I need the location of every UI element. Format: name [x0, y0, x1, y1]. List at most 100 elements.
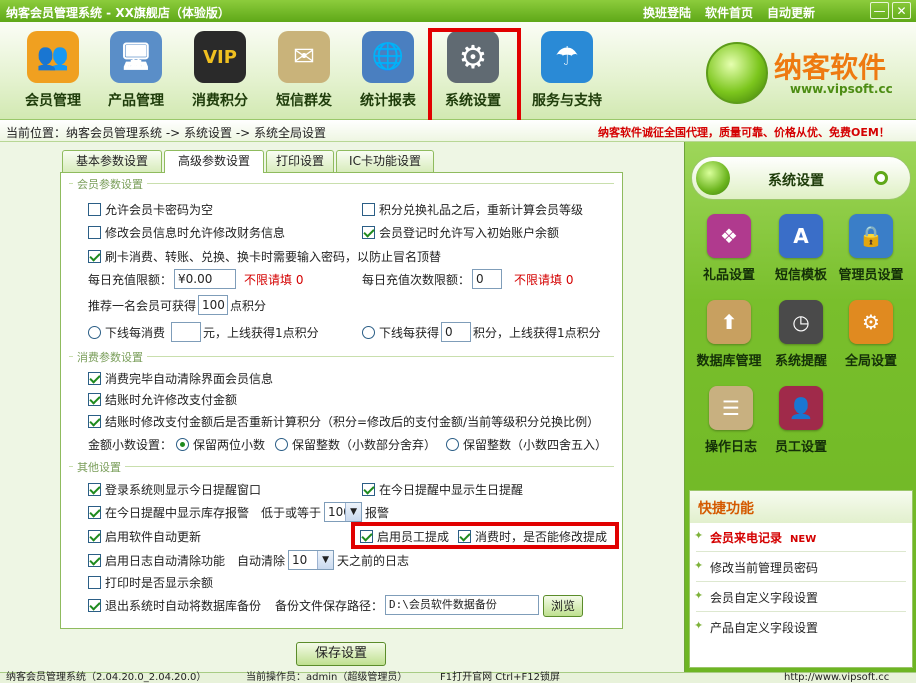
chevron-down-icon[interactable]: ▼: [345, 503, 362, 521]
toggle-ring-icon[interactable]: [874, 171, 888, 185]
sidebar-item-gift[interactable]: ❖ 礼品设置: [689, 214, 769, 294]
radio[interactable]: [88, 325, 101, 339]
sidebar-item-admin[interactable]: 🔒 管理员设置: [831, 214, 911, 294]
tab-basic[interactable]: 基本参数设置: [62, 150, 162, 172]
clear-days-select[interactable]: 10 ▼: [288, 550, 335, 570]
new-badge: NEW: [790, 534, 817, 545]
recommend-input[interactable]: 100: [198, 295, 229, 315]
minimize-button[interactable]: —: [870, 2, 889, 19]
decimal-two-label[interactable]: 保留两位小数: [193, 436, 265, 453]
nav-reports[interactable]: 🌐 统计报表: [348, 28, 428, 112]
opt-allow-edit-pay[interactable]: 结账时允许修改支付金额: [88, 391, 237, 408]
opt-init-balance[interactable]: 会员登记时允许写入初始账户余额: [362, 224, 559, 241]
downline-spend-row[interactable]: 下线每消费 元，上线获得1点积分: [88, 322, 319, 342]
checkbox[interactable]: [88, 530, 101, 543]
checkbox[interactable]: [362, 483, 375, 496]
shift-login-link[interactable]: 换班登陆: [643, 4, 691, 21]
nav-products[interactable]: 🖥 产品管理: [96, 28, 176, 112]
quick-item-change-password[interactable]: 修改当前管理员密码: [694, 559, 818, 576]
checkbox[interactable]: [88, 553, 101, 567]
checkbox[interactable]: [88, 393, 101, 406]
checkbox[interactable]: [88, 372, 101, 385]
backup-path-input[interactable]: D:\会员软件数据备份: [385, 595, 540, 615]
nav-sms[interactable]: ✉ 短信群发: [264, 28, 344, 112]
logo-ball-icon: [706, 42, 768, 104]
opt-recalc-points[interactable]: 结账时修改支付金额后是否重新计算积分（积分=修改后的支付金额/当前等级积分兑换比…: [88, 413, 599, 430]
checkbox[interactable]: [362, 203, 375, 216]
daily-count-input[interactable]: 0: [472, 269, 503, 289]
opt-need-pwd[interactable]: 刷卡消费、转账、兑换、换卡时需要输入密码，以防止冒名顶替: [88, 248, 441, 265]
sidebar-item-log[interactable]: ☰ 操作日志: [691, 386, 771, 466]
stock-select[interactable]: 100 ▼: [324, 502, 363, 522]
downline-earn-row[interactable]: 下线每获得 0 积分，上线获得1点积分: [362, 322, 601, 342]
opt-recalc-level[interactable]: 积分兑换礼品之后，重新计算会员等级: [362, 201, 583, 218]
opt-auto-backup[interactable]: 退出系统时自动将数据库备份 备份文件保存路径： D:\会员软件数据备份: [88, 595, 541, 615]
checkbox[interactable]: [362, 226, 375, 239]
quick-item-member-fields[interactable]: 会员自定义字段设置: [694, 589, 818, 606]
opt-edit-finance[interactable]: 修改会员信息时允许修改财务信息: [88, 224, 285, 241]
radio[interactable]: [446, 438, 460, 451]
quick-item-call-log[interactable]: 会员来电记录 NEW: [694, 529, 817, 546]
sidebar-item-global[interactable]: ⚙ 全局设置: [831, 300, 911, 380]
option-label: 结账时修改支付金额后是否重新计算积分（积分=修改后的支付金额/当前等级积分兑换比…: [105, 415, 600, 429]
sidebar-item-database[interactable]: ⬆ 数据库管理: [689, 300, 769, 380]
divider: [696, 581, 906, 582]
quick-functions-panel: 快捷功能 会员来电记录 NEW 修改当前管理员密码 会员自定义字段设置 产品自定义…: [689, 490, 913, 668]
radio[interactable]: [275, 438, 289, 451]
checkbox[interactable]: [88, 505, 101, 519]
promo-text: 纳客软件诚征全国代理，质量可靠、价格从优、免费OEM！: [598, 126, 890, 139]
opt-print-balance[interactable]: 打印时是否显示余额: [88, 574, 213, 591]
downline-earn-input[interactable]: 0: [441, 322, 472, 342]
close-button[interactable]: ✕: [892, 2, 911, 19]
tab-advanced[interactable]: 高级参数设置: [164, 150, 264, 173]
section-other: 其他设置: [69, 459, 614, 478]
decimal-floor-label[interactable]: 保留整数（小数部分舍弃）: [292, 436, 436, 453]
clock-icon: ◷: [779, 300, 823, 344]
checkbox[interactable]: [88, 203, 101, 216]
sidebar-header: 系统设置: [691, 156, 911, 200]
nav-members[interactable]: 👥 会员管理: [13, 28, 93, 112]
section-consume: 消费参数设置: [69, 349, 614, 368]
section-title: 其他设置: [73, 459, 125, 475]
decimal-label: 金额小数设置：: [88, 438, 173, 452]
opt-allow-empty-pwd[interactable]: 允许会员卡密码为空: [88, 201, 213, 218]
decimal-round-label[interactable]: 保留整数（小数四舍五入）: [463, 436, 607, 453]
opt-show-reminder[interactable]: 登录系统则显示今日提醒窗口: [88, 481, 261, 498]
radio[interactable]: [362, 325, 375, 339]
daily-limit-input[interactable]: ¥0.00: [174, 269, 237, 289]
opt-show-birthday[interactable]: 在今日提醒中显示生日提醒: [362, 481, 523, 498]
auto-update-link[interactable]: 自动更新: [767, 4, 815, 21]
decimal-row: 金额小数设置： 保留两位小数 保留整数（小数部分舍弃） 保留整数（小数四舍五入）: [88, 436, 607, 453]
nav-support[interactable]: ☂ 服务与支持: [521, 28, 613, 112]
sidebar-item-staff[interactable]: 👤 员工设置: [761, 386, 841, 466]
opt-auto-clear[interactable]: 消费完毕自动清除界面会员信息: [88, 370, 273, 387]
checkbox[interactable]: [88, 415, 101, 428]
nav-points[interactable]: VIP 消费积分: [180, 28, 260, 112]
checkbox[interactable]: [88, 598, 101, 612]
daily-count-label: 每日充值次数限额：: [362, 272, 471, 287]
sidebar-item-reminder[interactable]: ◷ 系统提醒: [761, 300, 841, 380]
opt-auto-clear-log[interactable]: 启用日志自动清除功能 自动清除 10 ▼ 天之前的日志: [88, 550, 409, 570]
quick-item-product-fields[interactable]: 产品自定义字段设置: [694, 619, 818, 636]
status-site-link[interactable]: http://www.vipsoft.cc: [784, 673, 889, 683]
chevron-down-icon[interactable]: ▼: [317, 551, 334, 569]
option-label: 启用软件自动更新: [105, 530, 202, 544]
sidebar-item-label: 礼品设置: [702, 268, 755, 283]
homepage-link[interactable]: 软件首页: [705, 4, 753, 21]
opt-show-stock[interactable]: 在今日提醒中显示库存报警 低于或等于 100 ▼ 报警: [88, 502, 389, 522]
checkbox[interactable]: [88, 576, 101, 589]
checkbox[interactable]: [88, 250, 101, 263]
save-settings-button[interactable]: 保存设置: [296, 642, 386, 666]
tab-print[interactable]: 打印设置: [266, 150, 334, 172]
checkbox[interactable]: [88, 483, 101, 496]
radio[interactable]: [176, 438, 190, 451]
recommend-row: 推荐一名会员可获得 100 点积分: [88, 295, 266, 315]
downline-spend-input[interactable]: [171, 322, 202, 342]
tab-ic-card[interactable]: IC卡功能设置: [336, 150, 434, 172]
clear-post: 天之前的日志: [337, 553, 410, 568]
opt-auto-update[interactable]: 启用软件自动更新: [88, 528, 201, 545]
log-icon: ☰: [709, 386, 753, 430]
browse-button[interactable]: 浏览: [543, 595, 583, 617]
sidebar-item-sms-template[interactable]: A 短信模板: [761, 214, 841, 294]
checkbox[interactable]: [88, 226, 101, 239]
